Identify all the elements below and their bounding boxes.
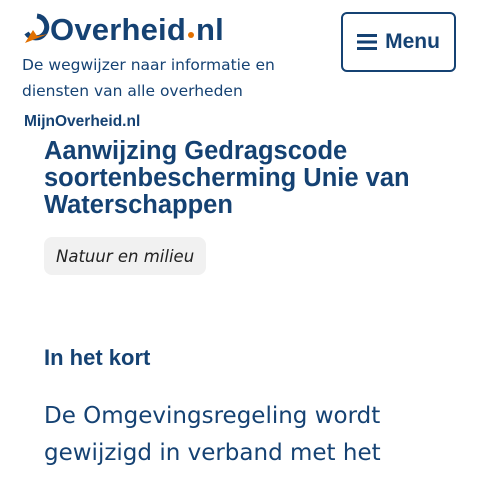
logo-suffix: nl <box>195 12 224 47</box>
page-title: Aanwijzing Gedragscode soortenbeschermin… <box>44 137 410 219</box>
hamburger-icon <box>357 34 378 50</box>
mijnoverheid-link[interactable]: MijnOverheid.nl <box>24 113 140 131</box>
summary-heading: In het kort <box>44 345 151 370</box>
site-tagline: De wegwijzer naar informatie en diensten… <box>22 56 275 100</box>
menu-button[interactable]: Menu <box>341 12 456 72</box>
menu-button-label: Menu <box>385 30 440 53</box>
overheid-logo-mark-icon <box>24 13 50 43</box>
category-tag[interactable]: Natuur en milieu <box>44 237 207 275</box>
logo-dot <box>187 32 194 38</box>
logo-name: Overheid <box>50 12 186 47</box>
summary-text: De Omgevingsregeling wordt gewijzigd in … <box>44 403 381 466</box>
site-logo[interactable]: Overheid nl <box>24 10 224 50</box>
